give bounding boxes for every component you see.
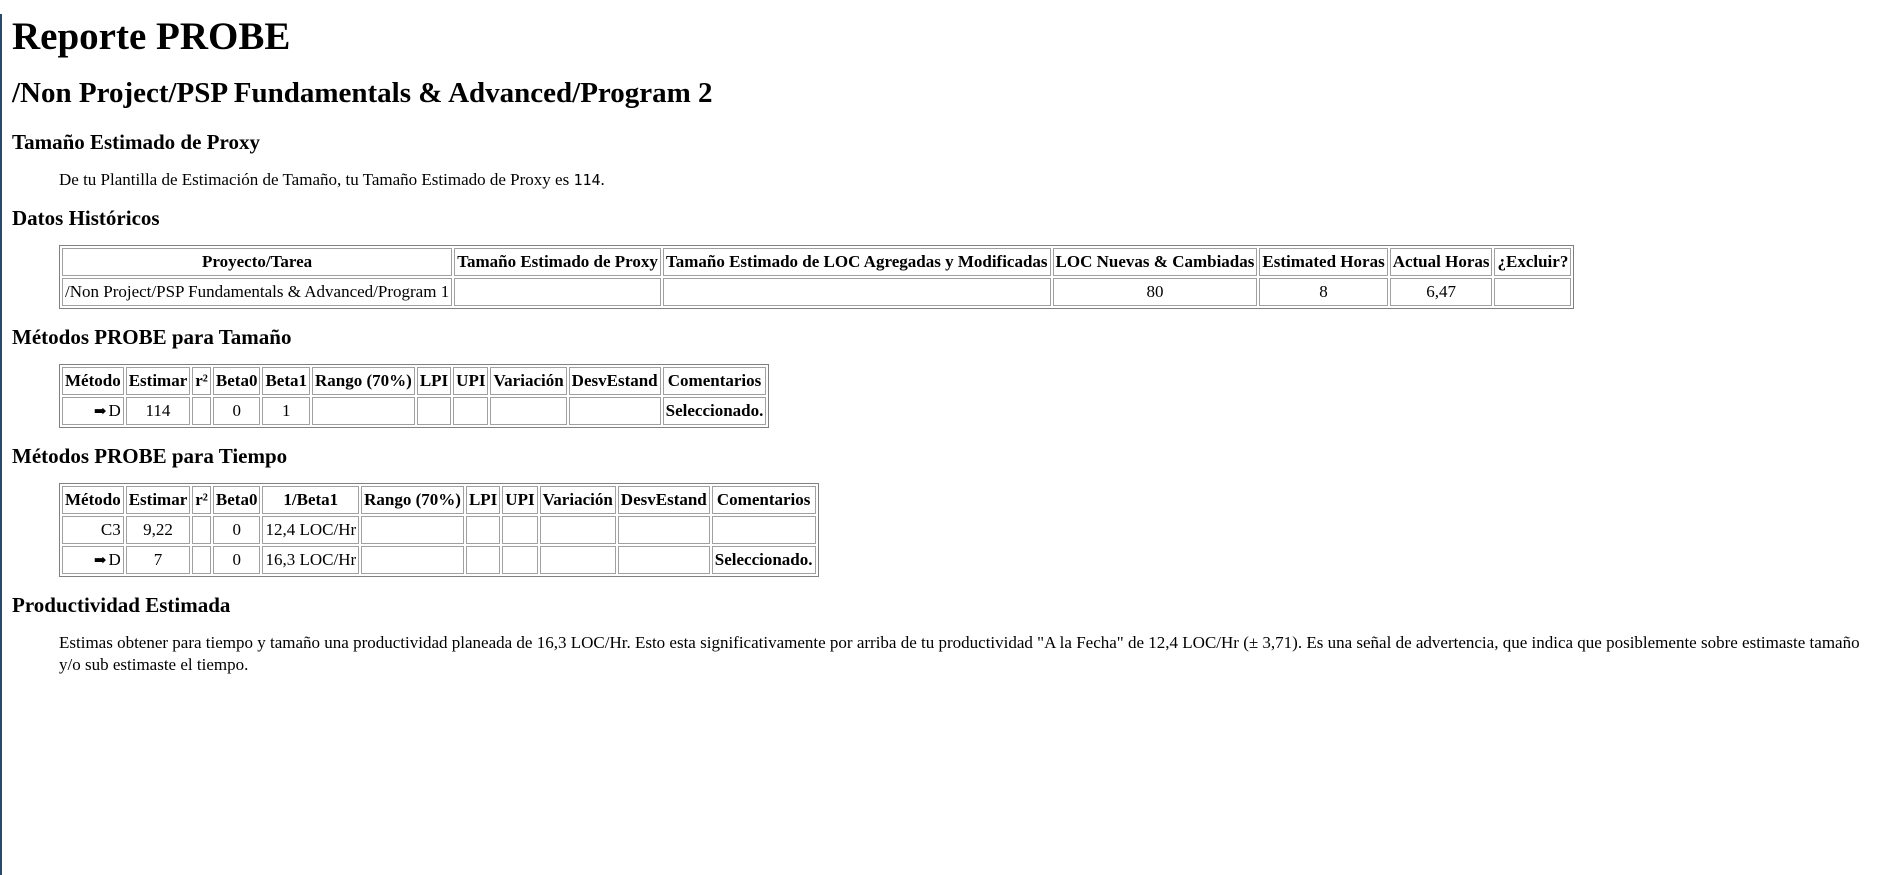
- cell-desvestand: [568, 397, 661, 426]
- col-r2: r²: [192, 486, 211, 515]
- cell-loc-nuevas: 80: [1052, 278, 1258, 307]
- col-excluir: ¿Excluir?: [1494, 248, 1572, 277]
- cell-desvestand: [617, 546, 710, 575]
- metodo-label: C3: [100, 520, 121, 540]
- cell-variacion: [490, 397, 567, 426]
- col-upi: UPI: [453, 367, 489, 396]
- table-row: ➡ D 7 0 16,3 LOC/Hr Seleccionado.: [62, 546, 816, 575]
- proxy-size-text-before: De tu Plantilla de Estimación de Tamaño,…: [59, 170, 574, 189]
- cell-actual-horas: 6,47: [1389, 278, 1493, 307]
- cell-upi: [453, 397, 489, 426]
- cell-tamano-proxy: [454, 278, 661, 307]
- col-variacion: Variación: [539, 486, 616, 515]
- table-row: ➡ D 114 0 1 Seleccionado.: [62, 397, 767, 426]
- col-variacion: Variación: [490, 367, 567, 396]
- cell-lpi: [465, 546, 501, 575]
- page-title: Reporte PROBE: [12, 15, 291, 58]
- col-actual-horas: Actual Horas: [1389, 248, 1493, 277]
- cell-r2: [192, 397, 211, 426]
- col-comentarios: Comentarios: [662, 367, 767, 396]
- metodo-label: D: [108, 550, 121, 570]
- cell-lpi: [465, 516, 501, 545]
- cell-metodo[interactable]: ➡ D: [62, 397, 124, 426]
- cell-r2: [192, 546, 211, 575]
- cell-rango: [361, 516, 464, 545]
- col-beta0: Beta0: [212, 367, 261, 396]
- table-row: /Non Project/PSP Fundamentals & Advanced…: [62, 278, 1572, 307]
- col-desvestand: DesvEstand: [617, 486, 710, 515]
- col-loc-nuevas: LOC Nuevas & Cambiadas: [1052, 248, 1258, 277]
- cell-estimar: 9,22: [125, 516, 191, 545]
- col-estimar: Estimar: [125, 367, 191, 396]
- cell-rango: [312, 397, 415, 426]
- cell-inv-beta1: 16,3 LOC/Hr: [262, 546, 360, 575]
- proxy-size-heading: Tamaño Estimado de Proxy: [12, 130, 260, 154]
- cell-rango: [361, 546, 464, 575]
- col-metodo: Método: [62, 486, 124, 515]
- col-estimar: Estimar: [125, 486, 191, 515]
- col-rango: Rango (70%): [361, 486, 464, 515]
- cell-upi: [502, 546, 538, 575]
- arrow-right-icon: ➡: [93, 404, 107, 421]
- cell-tamano-loc: [662, 278, 1051, 307]
- col-lpi: LPI: [465, 486, 501, 515]
- cell-comentarios: Seleccionado.: [711, 546, 816, 575]
- cell-r2: [192, 516, 211, 545]
- time-methods-table: Método Estimar r² Beta0 1/Beta1 Rango (7…: [59, 483, 819, 578]
- time-methods-heading: Métodos PROBE para Tiempo: [12, 444, 288, 469]
- col-estimated-horas: Estimated Horas: [1259, 248, 1388, 277]
- col-beta0: Beta0: [212, 486, 261, 515]
- col-inv-beta1: 1/Beta1: [262, 486, 360, 515]
- historical-data-table: Proyecto/Tarea Tamaño Estimado de Proxy …: [59, 245, 1575, 310]
- cell-metodo[interactable]: ➡ D: [62, 546, 124, 575]
- productivity-text: Estimas obtener para tiempo y tamaño una…: [59, 633, 1860, 674]
- arrow-right-icon: ➡: [93, 553, 107, 570]
- cell-beta1: 1: [262, 397, 311, 426]
- cell-proyecto-tarea: /Non Project/PSP Fundamentals & Advanced…: [62, 278, 453, 307]
- col-tamano-loc: Tamaño Estimado de LOC Agregadas y Modif…: [662, 248, 1051, 277]
- cell-estimar: 114: [125, 397, 191, 426]
- table-header-row: Método Estimar r² Beta0 1/Beta1 Rango (7…: [62, 486, 816, 515]
- project-path: /Non Project/PSP Fundamentals & Advanced…: [12, 77, 713, 109]
- cell-beta0: 0: [212, 546, 261, 575]
- cell-beta0: 0: [212, 516, 261, 545]
- table-header-row: Método Estimar r² Beta0 Beta1 Rango (70%…: [62, 367, 767, 396]
- historical-data-heading: Datos Históricos: [12, 206, 160, 231]
- cell-upi: [502, 516, 538, 545]
- proxy-size-value: 114: [573, 171, 601, 189]
- cell-metodo[interactable]: C3: [62, 516, 124, 545]
- col-lpi: LPI: [416, 367, 452, 396]
- cell-lpi: [416, 397, 452, 426]
- col-comentarios: Comentarios: [711, 486, 816, 515]
- proxy-size-text: De tu Plantilla de Estimación de Tamaño,…: [59, 169, 1879, 190]
- metodo-label: D: [108, 401, 121, 421]
- cell-variacion: [539, 546, 616, 575]
- col-metodo: Método: [62, 367, 124, 396]
- cell-inv-beta1: 12,4 LOC/Hr: [262, 516, 360, 545]
- proxy-size-text-after: .: [600, 170, 605, 189]
- col-upi: UPI: [502, 486, 538, 515]
- cell-estimated-horas: 8: [1259, 278, 1388, 307]
- col-rango: Rango (70%): [312, 367, 415, 396]
- productivity-heading: Productividad Estimada: [12, 593, 231, 618]
- table-header-row: Proyecto/Tarea Tamaño Estimado de Proxy …: [62, 248, 1572, 277]
- table-row: C3 9,22 0 12,4 LOC/Hr: [62, 516, 816, 545]
- size-methods-table: Método Estimar r² Beta0 Beta1 Rango (70%…: [59, 364, 770, 429]
- size-methods-heading: Métodos PROBE para Tamaño: [12, 325, 292, 350]
- cell-comentarios: Seleccionado.: [662, 397, 767, 426]
- col-r2: r²: [192, 367, 211, 396]
- col-beta1: Beta1: [262, 367, 311, 396]
- cell-excluir[interactable]: [1494, 278, 1572, 307]
- cell-variacion: [539, 516, 616, 545]
- col-tamano-proxy: Tamaño Estimado de Proxy: [454, 248, 661, 277]
- col-desvestand: DesvEstand: [568, 367, 661, 396]
- cell-comentarios: [711, 516, 816, 545]
- cell-beta0: 0: [212, 397, 261, 426]
- cell-desvestand: [617, 516, 710, 545]
- col-proyecto-tarea: Proyecto/Tarea: [62, 248, 453, 277]
- cell-estimar: 7: [125, 546, 191, 575]
